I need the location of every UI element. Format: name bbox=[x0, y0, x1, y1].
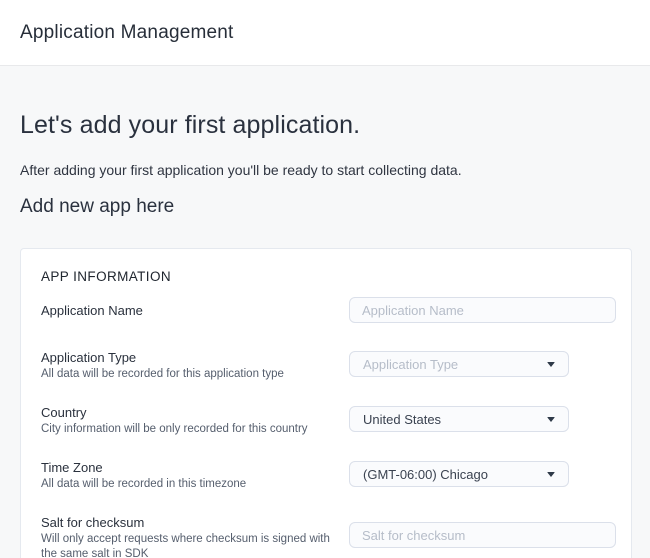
field-label-group: Application Name bbox=[41, 297, 346, 319]
intro-subheading: After adding your first application you'… bbox=[20, 162, 632, 179]
application-name-label: Application Name bbox=[41, 302, 346, 319]
salt-for-checksum-input[interactable] bbox=[349, 522, 616, 548]
time-zone-label: Time Zone bbox=[41, 459, 346, 476]
field-control-group: (GMT-06:00) Chicago bbox=[349, 459, 616, 487]
chevron-down-icon bbox=[547, 417, 555, 422]
application-type-select[interactable]: Application Type bbox=[349, 351, 569, 377]
field-label-group: Time Zone All data will be recorded in t… bbox=[41, 459, 346, 492]
add-new-app-heading: Add new app here bbox=[20, 195, 632, 218]
time-zone-description: All data will be recorded in this timezo… bbox=[41, 477, 341, 492]
select-value: (GMT-06:00) Chicago bbox=[363, 467, 488, 482]
chevron-down-icon bbox=[547, 362, 555, 367]
country-description: City information will be only recorded f… bbox=[41, 422, 341, 437]
salt-for-checksum-label: Salt for checksum bbox=[41, 514, 346, 531]
field-control-group: United States bbox=[349, 404, 616, 432]
main-content: Let's add your first application. After … bbox=[0, 110, 650, 558]
salt-for-checksum-description: Will only accept requests where checksum… bbox=[41, 532, 341, 558]
country-select[interactable]: United States bbox=[349, 406, 569, 432]
form-row-country: Country City information will be only re… bbox=[41, 404, 616, 437]
time-zone-select[interactable]: (GMT-06:00) Chicago bbox=[349, 461, 569, 487]
chevron-down-icon bbox=[547, 472, 555, 477]
field-label-group: Country City information will be only re… bbox=[41, 404, 346, 437]
form-row-time-zone: Time Zone All data will be recorded in t… bbox=[41, 459, 616, 492]
card-section-title: APP INFORMATION bbox=[41, 269, 616, 285]
field-control-group bbox=[349, 514, 616, 548]
form-row-salt-for-checksum: Salt for checksum Will only accept reque… bbox=[41, 514, 616, 558]
app-information-card: APP INFORMATION Application Name Applica… bbox=[20, 248, 632, 558]
field-control-group: Application Type bbox=[349, 349, 616, 377]
select-value: Application Type bbox=[363, 357, 458, 372]
form-row-application-name: Application Name bbox=[41, 297, 616, 323]
form-row-application-type: Application Type All data will be record… bbox=[41, 349, 616, 382]
application-type-label: Application Type bbox=[41, 349, 346, 366]
application-name-input[interactable] bbox=[349, 297, 616, 323]
country-label: Country bbox=[41, 404, 346, 421]
field-label-group: Application Type All data will be record… bbox=[41, 349, 346, 382]
intro-heading: Let's add your first application. bbox=[20, 110, 632, 140]
application-type-description: All data will be recorded for this appli… bbox=[41, 367, 341, 382]
page-header: Application Management bbox=[0, 0, 650, 66]
select-value: United States bbox=[363, 412, 441, 427]
field-label-group: Salt for checksum Will only accept reque… bbox=[41, 514, 346, 558]
page-title: Application Management bbox=[20, 22, 234, 44]
field-control-group bbox=[349, 297, 616, 323]
